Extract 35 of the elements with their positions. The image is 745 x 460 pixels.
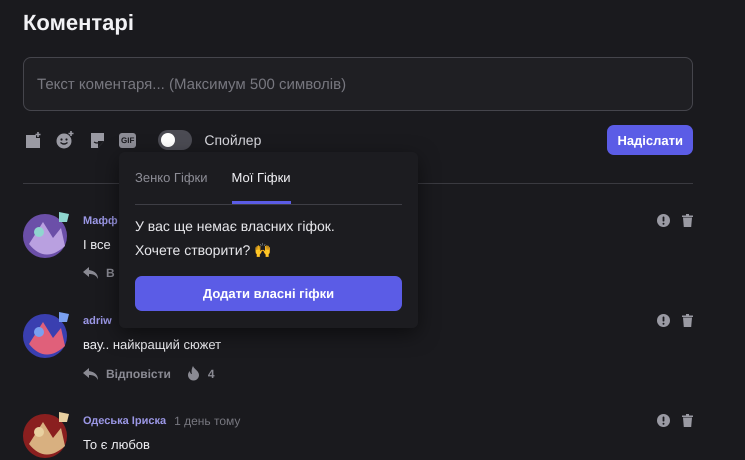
comment-text: вау.. найкращий сюжет: [83, 337, 222, 352]
author-name[interactable]: Одеська Іриска: [83, 415, 166, 427]
empty-message: Хочете створити? 🙌: [135, 241, 272, 260]
empty-message: У вас ще немає власних гіфок.: [135, 217, 336, 236]
reply-icon: [83, 368, 98, 380]
page-title: Коментарі: [23, 9, 135, 37]
report-icon[interactable]: [657, 414, 670, 427]
spoiler-toggle[interactable]: [158, 130, 192, 150]
reply-button[interactable]: В: [83, 266, 115, 280]
emoji-add-icon: [56, 131, 74, 149]
reaction-button[interactable]: 4: [186, 366, 215, 381]
gif-tab[interactable]: Мої Гіфки: [232, 152, 291, 204]
delete-icon[interactable]: [682, 214, 693, 227]
send-button[interactable]: Надіслати: [607, 125, 693, 155]
spoiler-label: Спойлер: [204, 132, 262, 148]
reply-icon: [83, 267, 98, 279]
emoji-button[interactable]: [55, 130, 75, 150]
comment-time: 1 день тому: [174, 414, 240, 428]
reply-button[interactable]: Відповісти: [83, 366, 171, 380]
fire-icon: [186, 366, 200, 381]
gif-button[interactable]: GIF: [119, 132, 136, 148]
comment-field[interactable]: Текст коментаря... (Максимум 500 символів): [23, 57, 693, 111]
comment-text: І все: [83, 237, 111, 252]
add-gifs-button[interactable]: Додати власні гіфки: [135, 276, 402, 311]
delete-icon[interactable]: [682, 414, 693, 427]
comment-text: То є любов: [83, 437, 150, 452]
author-name[interactable]: adriw: [83, 315, 112, 327]
image-add-icon: [24, 132, 42, 148]
report-icon[interactable]: [657, 214, 670, 227]
report-icon[interactable]: [657, 314, 670, 327]
sticker-icon: [88, 132, 106, 148]
delete-icon[interactable]: [682, 314, 693, 327]
image-button[interactable]: [23, 130, 43, 150]
gif-tab[interactable]: Зенко Гіфки: [135, 152, 208, 204]
author-name[interactable]: Мафф: [83, 215, 118, 227]
